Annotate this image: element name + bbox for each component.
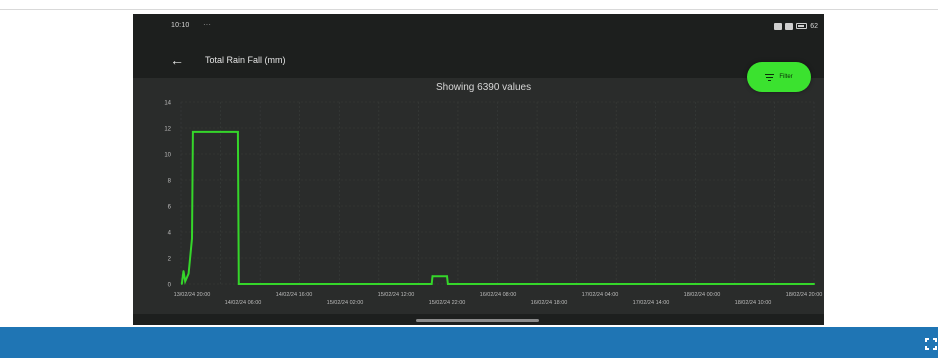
divider: [0, 9, 938, 10]
x-tick-label: 13/02/24 20:00: [174, 292, 211, 298]
values-count-label: Showing 6390 values: [436, 82, 532, 93]
x-tick-label: 14/02/24 16:00: [276, 292, 313, 298]
footer-bar: [0, 327, 938, 358]
y-tick-label: 0: [168, 283, 172, 289]
status-icons: 62: [774, 21, 818, 31]
series-line: [180, 130, 815, 285]
y-tick-label: 4: [168, 231, 172, 237]
x-tick-label: 14/02/24 06:00: [225, 300, 262, 306]
x-tick-label: 15/02/24 22:00: [429, 300, 466, 306]
x-tick-label: 17/02/24 14:00: [633, 300, 670, 306]
x-tick-label: 18/02/24 10:00: [735, 300, 772, 306]
x-tick-label: 16/02/24 18:00: [531, 300, 568, 306]
page: 10:10 ··· 62 ← Total Rain Fall (mm) 0 2 4 6…: [0, 0, 938, 358]
y-tick-label: 12: [164, 127, 171, 133]
status-time: 10:10: [171, 22, 190, 29]
data-point: [237, 131, 239, 133]
data-point: [191, 237, 193, 240]
data-point: [182, 270, 185, 272]
data-point: [430, 283, 433, 285]
app-bar: ← Total Rain Fall (mm): [133, 46, 824, 76]
y-tick-label: 6: [168, 205, 172, 211]
data-point: [184, 280, 187, 283]
status-dots: ···: [203, 20, 211, 29]
x-tick-label: 15/02/24 02:00: [327, 300, 364, 306]
battery-level: 62: [810, 22, 818, 30]
data-point: [446, 275, 448, 278]
filter-icon: [765, 73, 775, 81]
signal-icon: [785, 22, 794, 30]
y-tick-label: 14: [164, 101, 171, 107]
x-tick-label: 18/02/24 20:00: [786, 292, 823, 298]
y-tick-label: 2: [168, 257, 172, 263]
x-tick-label: 17/02/24 04:00: [582, 292, 619, 298]
data-point: [180, 283, 183, 285]
arrow-left-icon: ←: [170, 52, 184, 68]
filter-label: Filter: [779, 74, 793, 80]
y-tick-label: 10: [164, 153, 171, 159]
x-tick-label: 15/02/24 12:00: [378, 292, 415, 298]
battery-icon: [796, 23, 808, 29]
data-point: [237, 283, 240, 285]
data-point: [446, 283, 449, 285]
phone-screenshot: 10:10 ··· 62 ← Total Rain Fall (mm) 0 2 4 6…: [133, 14, 824, 325]
x-tick-label: 16/02/24 08:00: [480, 292, 517, 298]
fullscreen-icon[interactable]: [925, 338, 937, 350]
data-point: [257, 283, 260, 285]
status-bar: 10:10 ··· 62: [133, 14, 824, 40]
data-point: [813, 283, 816, 285]
home-indicator[interactable]: [416, 319, 539, 322]
wifi-icon: [774, 22, 783, 30]
x-tick-label: 18/02/24 00:00: [684, 292, 721, 298]
page-title: Total Rain Fall (mm): [205, 55, 286, 65]
data-point: [187, 272, 190, 275]
filter-button[interactable]: Filter: [747, 62, 811, 92]
y-tick-label: 8: [168, 179, 172, 185]
data-point: [431, 275, 434, 278]
chart-area: 0 2 4 6 8 10 12 14 13/02/24 20:00 14/02/24 16:00 1…: [133, 78, 824, 314]
rainfall-chart: 0 2 4 6 8 10 12 14 13/02/24 20:00 14/02/24 16:00 1…: [164, 101, 823, 307]
data-point: [191, 131, 194, 133]
back-button[interactable]: ←: [169, 52, 185, 68]
